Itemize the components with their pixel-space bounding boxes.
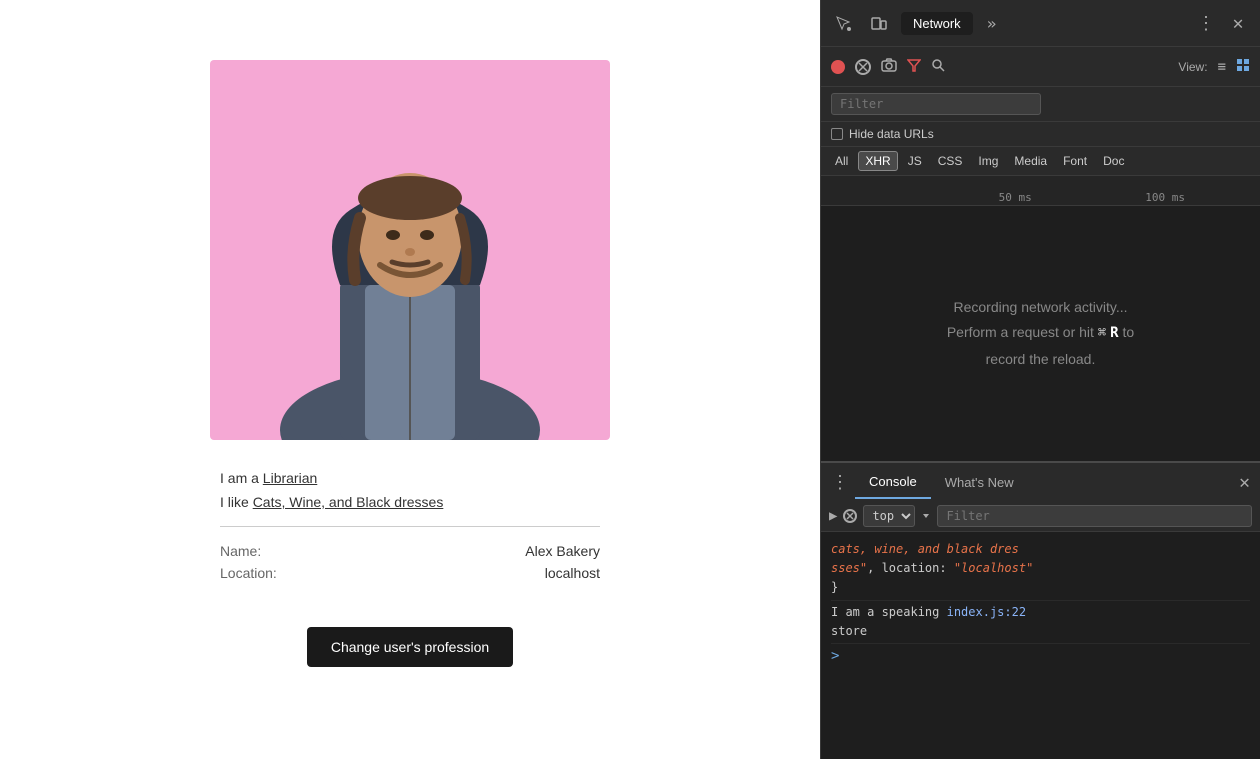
network-tab[interactable]: Network [901, 12, 973, 35]
tab-font[interactable]: Font [1057, 152, 1093, 170]
console-tab[interactable]: Console [855, 466, 931, 499]
name-label: Name: [220, 543, 261, 559]
filter-input[interactable] [831, 93, 1041, 115]
tab-xhr[interactable]: XHR [858, 151, 897, 171]
search-icon[interactable] [931, 58, 945, 76]
timeline-mark-50: 50 ms [999, 191, 1032, 204]
location-row: Location: localhost [220, 565, 600, 581]
more-tabs-button[interactable]: » [981, 12, 1003, 35]
likes-value: Cats, Wine, and Black dresses [253, 494, 444, 510]
log-brace: } [831, 580, 838, 594]
cmd-symbol: ⌘ [1098, 325, 1106, 341]
filter-bar [821, 87, 1260, 122]
log-speaking-prefix: I am a speaking [831, 605, 947, 619]
console-log-2: I am a speaking index.js:22 store [831, 601, 1250, 644]
console-header: ⋮ Console What's New ✕ [821, 461, 1260, 501]
tab-doc[interactable]: Doc [1097, 152, 1130, 170]
filter-icon[interactable] [907, 58, 921, 76]
profile-image-container [210, 60, 610, 440]
likes-prefix: I like [220, 494, 253, 510]
clear-button[interactable] [855, 59, 871, 75]
devtools-toolbar: Network » ⋮ ✕ [821, 0, 1260, 47]
hide-data-urls-label: Hide data URLs [849, 127, 934, 141]
log-cats: cats, wine, and black dres [831, 542, 1019, 556]
record-button[interactable] [831, 60, 845, 74]
divider [220, 526, 600, 527]
profile-info: I am a Librarian I like Cats, Wine, and … [210, 470, 610, 587]
camera-icon[interactable] [881, 58, 897, 76]
console-log-1: cats, wine, and black dres sses", locati… [831, 538, 1250, 601]
tab-all[interactable]: All [829, 152, 854, 170]
context-dropdown-icon [921, 511, 931, 521]
devtools-menu-button[interactable]: ⋮ [1197, 13, 1216, 34]
console-menu-button[interactable]: ⋮ [831, 472, 855, 493]
log-store: store [831, 624, 867, 638]
hide-data-urls-checkbox[interactable] [831, 128, 843, 140]
change-profession-button[interactable]: Change user's profession [307, 627, 513, 667]
tab-img[interactable]: Img [972, 152, 1004, 170]
console-clear-button[interactable] [843, 509, 857, 523]
devtools-close-button[interactable]: ✕ [1224, 9, 1252, 37]
hide-urls-row: Hide data URLs [821, 122, 1260, 147]
network-empty-state: Recording network activity... Perform a … [821, 206, 1260, 461]
log-sses: sses" [831, 561, 867, 575]
reload-key: R [1110, 325, 1118, 341]
grid-view-icon[interactable] [1236, 58, 1250, 76]
log-location: , location: [867, 561, 954, 575]
profession-prefix: I am a [220, 470, 263, 486]
console-link-index[interactable]: index.js:22 [947, 605, 1026, 619]
tab-media[interactable]: Media [1008, 152, 1053, 170]
console-close-button[interactable]: ✕ [1239, 472, 1250, 493]
list-view-icon[interactable]: ≡ [1218, 59, 1226, 75]
context-select[interactable]: top [863, 505, 915, 527]
location-value: localhost [545, 565, 600, 581]
request-hint: Perform a request or hit ⌘ R to [947, 320, 1134, 346]
tab-js[interactable]: JS [902, 152, 928, 170]
profile-card: I am a Librarian I like Cats, Wine, and … [200, 60, 620, 667]
console-toolbar: ▶ top [821, 501, 1260, 532]
inspect-element-button[interactable] [829, 9, 857, 37]
record-reload-text: record the reload. [986, 347, 1096, 372]
type-filter-tabs: All XHR JS CSS Img Media Font Doc [821, 147, 1260, 176]
console-output: cats, wine, and black dres sses", locati… [821, 532, 1260, 759]
tab-css[interactable]: CSS [932, 152, 969, 170]
timeline-header: 50 ms 100 ms [821, 176, 1260, 206]
view-label: View: [1178, 60, 1207, 74]
whats-new-tab[interactable]: What's New [931, 467, 1028, 498]
network-subtoolbar: View: ≡ [821, 47, 1260, 87]
devtools-panel: Network » ⋮ ✕ View: ≡ Hide data URLs [820, 0, 1260, 759]
profession-line: I am a Librarian [220, 470, 600, 486]
console-filter-input[interactable] [937, 505, 1252, 527]
recording-text: Recording network activity... [953, 295, 1127, 320]
likes-line: I like Cats, Wine, and Black dresses [220, 494, 600, 510]
device-mode-button[interactable] [865, 9, 893, 37]
name-value: Alex Bakery [525, 543, 600, 559]
main-content: I am a Librarian I like Cats, Wine, and … [0, 0, 820, 759]
timeline-mark-100: 100 ms [1145, 191, 1185, 204]
location-label: Location: [220, 565, 277, 581]
console-prompt[interactable]: > [831, 644, 1250, 668]
profession-value: Librarian [263, 470, 317, 486]
log-localhost: "localhost" [954, 561, 1033, 575]
name-row: Name: Alex Bakery [220, 543, 600, 559]
run-button[interactable]: ▶ [829, 508, 837, 524]
